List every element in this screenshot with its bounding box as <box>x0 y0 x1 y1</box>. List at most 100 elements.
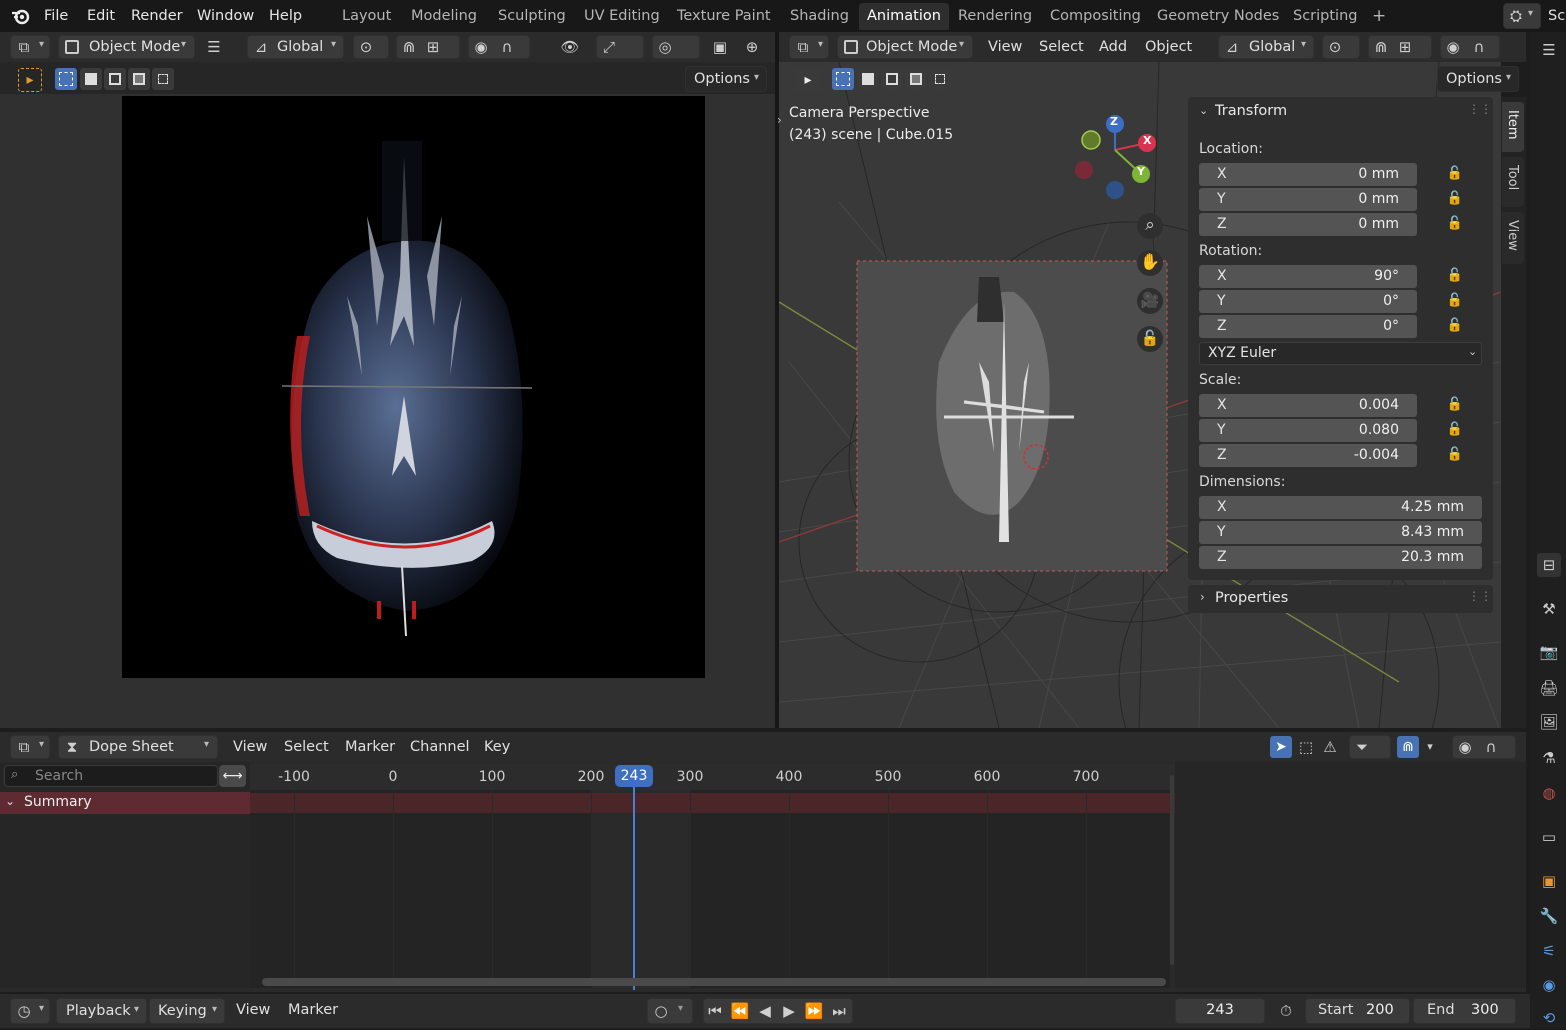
tab-tool[interactable]: Tool <box>1502 157 1524 207</box>
select-mode-invert-right[interactable] <box>905 68 927 90</box>
scene-selector-button[interactable]: ⛭ ▾ <box>1503 3 1541 29</box>
zoom-icon[interactable]: ⌕ <box>1137 213 1163 239</box>
tab-animation[interactable]: Animation <box>859 3 949 30</box>
rotation-x-field[interactable]: X 90° <box>1199 265 1417 288</box>
constraints-properties-icon[interactable]: ⟲ <box>1537 1006 1561 1030</box>
view-layer-icon[interactable]: 🖼 <box>1537 710 1561 734</box>
dopesheet-menu-view[interactable]: View <box>233 736 267 758</box>
preview-range-icon[interactable]: ⏱ <box>1275 999 1297 1023</box>
summary-channel-row[interactable]: ⌄ Summary <box>0 792 250 814</box>
dimensions-y-field[interactable]: Y 8.43 mm <box>1199 521 1482 544</box>
proportional-edit-group[interactable]: ◉ ∩ <box>468 35 530 59</box>
object-mode-dropdown[interactable]: Object Mode ▾ <box>58 35 195 59</box>
swap-filter-button[interactable]: ⟷ <box>219 765 246 787</box>
jump-to-end-icon[interactable]: ⏭ <box>828 999 850 1023</box>
pivot-dropdown-right[interactable]: ⊙ <box>1322 35 1360 59</box>
timeline-menu-view[interactable]: View <box>236 999 270 1021</box>
dopesheet-menu-marker[interactable]: Marker <box>345 736 395 758</box>
editor-type-button-timeline[interactable]: ◷ ▾ <box>10 998 50 1024</box>
playback-dropdown[interactable]: Playback ▾ <box>56 998 147 1024</box>
show-hidden-icon[interactable]: ⬚ <box>1295 735 1317 759</box>
lock-scale-x-icon[interactable]: 🔓 <box>1445 397 1465 412</box>
drag-handle-icon[interactable]: ⋮⋮ <box>1468 589 1492 603</box>
menu-help[interactable]: Help <box>263 4 308 28</box>
play-icon[interactable]: ▶ <box>778 999 800 1023</box>
rotation-mode-dropdown[interactable]: XYZ Euler ⌄ <box>1199 342 1482 365</box>
blender-logo-icon[interactable] <box>10 5 32 27</box>
horizontal-scrollbar[interactable] <box>262 978 1166 986</box>
pan-hand-icon[interactable]: ✋ <box>1137 250 1163 276</box>
pivot-dropdown[interactable]: ⊙ <box>353 35 389 59</box>
menu-view[interactable]: View <box>988 36 1022 58</box>
modifier-properties-icon[interactable]: 🔧 <box>1537 904 1561 928</box>
overlay-toggle[interactable]: ◎ <box>652 35 700 59</box>
end-frame-field[interactable]: End 300 <box>1413 998 1516 1024</box>
tab-compositing[interactable]: Compositing <box>1042 3 1149 30</box>
menu-edit[interactable]: Edit <box>81 4 121 28</box>
tab-item[interactable]: Item <box>1502 102 1524 152</box>
gizmo-toggle[interactable]: ⤢ <box>596 35 644 59</box>
dopesheet-menu-select[interactable]: Select <box>284 736 329 758</box>
tab-shading[interactable]: Shading <box>782 3 857 30</box>
auto-keying-toggle[interactable]: ○ ▾ <box>647 998 693 1024</box>
start-frame-field[interactable]: Start 200 <box>1305 998 1410 1024</box>
location-y-field[interactable]: Y 0 mm <box>1199 188 1417 211</box>
object-properties-icon[interactable]: ▣ <box>1537 869 1561 893</box>
select-mode-subtract[interactable] <box>104 68 126 90</box>
tab-geometry-nodes[interactable]: Geometry Nodes <box>1149 3 1287 30</box>
scale-z-field[interactable]: Z -0.004 <box>1199 444 1417 467</box>
jump-to-start-icon[interactable]: ⏮ <box>704 999 726 1023</box>
menu-window[interactable]: Window <box>191 4 260 28</box>
tab-sculpting[interactable]: Sculpting <box>490 3 574 30</box>
editor-type-button-right[interactable]: ⧉ ▾ <box>789 35 829 59</box>
channel-search-field[interactable]: ⌕ Search <box>4 765 218 787</box>
proportional-edit-right[interactable]: ◉ ∩ <box>1440 35 1500 59</box>
play-reverse-icon[interactable]: ◀ <box>754 999 776 1023</box>
location-z-field[interactable]: Z 0 mm <box>1199 213 1417 236</box>
options-dropdown-left[interactable]: Options ▾ <box>685 66 767 92</box>
scene-name[interactable]: Sc <box>1548 5 1565 27</box>
tab-view[interactable]: View <box>1502 212 1524 264</box>
lock-scale-z-icon[interactable]: 🔓 <box>1445 447 1465 462</box>
rotation-z-field[interactable]: Z 0° <box>1199 315 1417 338</box>
viewport-info-toggle[interactable]: › <box>777 113 782 127</box>
snapping-chevron-icon[interactable]: ▾ <box>1420 735 1440 759</box>
select-mode-new-right[interactable] <box>832 68 854 90</box>
transform-panel-header[interactable]: ⌄ Transform ⋮⋮ <box>1188 97 1493 127</box>
orientation-dropdown-right[interactable]: ⊿ Global ▾ <box>1218 35 1314 59</box>
navigation-gizmo[interactable]: Z X Y <box>1070 110 1160 210</box>
menu-file[interactable]: File <box>38 4 74 28</box>
lock-location-x-icon[interactable]: 🔓 <box>1445 166 1465 181</box>
menu-add[interactable]: Add <box>1099 36 1127 58</box>
jump-to-previous-keyframe-icon[interactable]: ⏪ <box>728 999 752 1023</box>
vertical-scrollbar[interactable] <box>1170 775 1174 965</box>
orientation-dropdown[interactable]: ⊿ Global ▾ <box>247 35 344 59</box>
options-dropdown-right[interactable]: Options ▾ <box>1437 66 1519 92</box>
outliner-icon[interactable]: ☰ <box>1537 38 1561 62</box>
editor-type-button-dopesheet[interactable]: ⧉ ▾ <box>10 735 50 759</box>
lock-rotation-x-icon[interactable]: 🔓 <box>1445 268 1465 283</box>
select-tool-button[interactable]: ▸ <box>18 68 42 92</box>
select-mode-new[interactable] <box>55 68 77 90</box>
dopesheet-menu-key[interactable]: Key <box>484 736 510 758</box>
xray-icon[interactable]: ▣ <box>708 35 732 59</box>
tab-uv-editing[interactable]: UV Editing <box>576 3 668 30</box>
select-mode-extend-right[interactable] <box>857 68 879 90</box>
camera-view-icon[interactable]: 🎥 <box>1137 288 1163 314</box>
lock-location-y-icon[interactable]: 🔓 <box>1445 191 1465 206</box>
rotation-y-field[interactable]: Y 0° <box>1199 290 1417 313</box>
editor-type-properties-icon[interactable]: ⊟ <box>1537 553 1561 577</box>
select-mode-extend[interactable] <box>80 68 102 90</box>
lock-camera-icon[interactable]: 🔓 <box>1137 326 1163 352</box>
proportional-edit-dopesheet[interactable]: ◉ ∩ <box>1452 735 1516 759</box>
world-properties-icon[interactable]: ◍ <box>1537 781 1561 805</box>
scene-properties-icon[interactable]: ⚗ <box>1537 746 1561 770</box>
tool-properties-icon[interactable]: ⚒ <box>1537 597 1561 621</box>
playhead-frame-indicator[interactable]: 243 <box>615 765 653 787</box>
select-mode-subtract-right[interactable] <box>881 68 903 90</box>
jump-to-next-keyframe-icon[interactable]: ⏩ <box>802 999 826 1023</box>
object-mode-dropdown-right[interactable]: Object Mode ▾ <box>837 35 973 59</box>
filter-dropdown[interactable]: ⏷ <box>1349 735 1391 759</box>
dimensions-z-field[interactable]: Z 20.3 mm <box>1199 546 1482 569</box>
menu-render[interactable]: Render <box>125 4 189 28</box>
